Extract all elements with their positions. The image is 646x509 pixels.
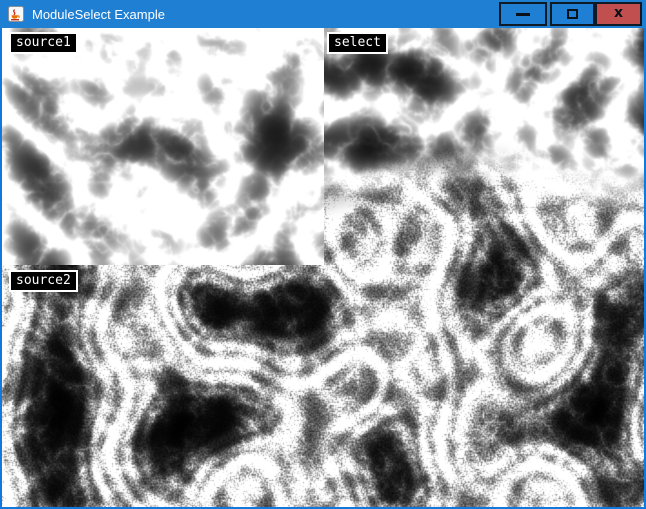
minimize-icon	[516, 13, 530, 16]
image-label-select: select	[327, 32, 388, 54]
minimize-button[interactable]	[499, 2, 547, 26]
render-viewport: select source1 source2	[2, 28, 644, 507]
source1-noise-image	[2, 28, 324, 265]
maximize-icon	[567, 9, 578, 19]
titlebar[interactable]: ModuleSelect Example x	[0, 0, 646, 28]
window-title: ModuleSelect Example	[32, 7, 165, 22]
close-icon: x	[614, 6, 623, 20]
maximize-button[interactable]	[550, 2, 595, 26]
image-label-source1: source1	[9, 32, 78, 54]
image-label-source2: source2	[9, 270, 78, 292]
app-window: ModuleSelect Example x select source1 so…	[0, 0, 646, 509]
java-coffee-icon	[8, 6, 24, 22]
window-controls: x	[499, 2, 642, 26]
close-button[interactable]: x	[595, 2, 642, 26]
source2-noise-image	[2, 265, 644, 507]
